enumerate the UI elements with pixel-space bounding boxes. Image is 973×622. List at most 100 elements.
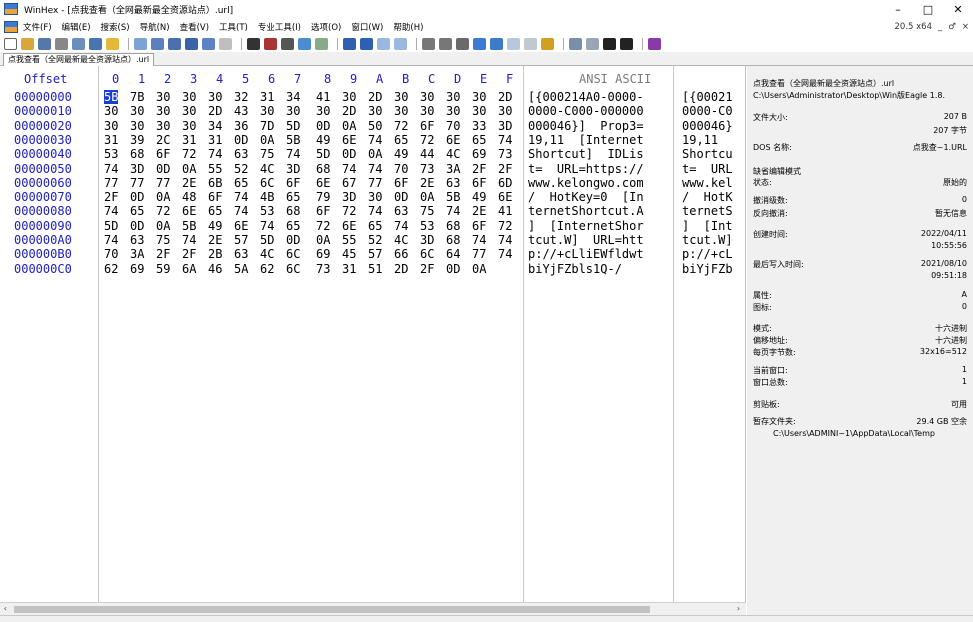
hex-byte[interactable]: 0A xyxy=(260,133,274,147)
hex-byte[interactable]: 3D xyxy=(420,233,434,247)
hex-byte[interactable]: 46 xyxy=(208,262,222,276)
menu-navigate[interactable]: 导航(N) xyxy=(135,21,175,33)
hex-byte[interactable]: 30 xyxy=(368,190,382,204)
open-ram-icon[interactable] xyxy=(439,37,452,50)
ascii-row[interactable]: biYjFZbls1Q-/ xyxy=(528,262,622,276)
hex-byte[interactable]: 5D xyxy=(316,147,330,161)
hex-byte[interactable]: 2F xyxy=(498,162,512,176)
hex-byte[interactable]: 30 xyxy=(472,90,486,104)
hex-byte[interactable]: 6F xyxy=(156,147,170,161)
hex-byte[interactable]: 6F xyxy=(316,204,330,218)
paste-special-icon[interactable] xyxy=(202,37,215,50)
hex-byte[interactable]: 57 xyxy=(234,233,248,247)
hex-byte[interactable]: 4C xyxy=(394,233,408,247)
hex-byte[interactable]: 0D xyxy=(286,233,300,247)
mdi-restore-button[interactable]: ♂ xyxy=(948,22,956,32)
hex-byte[interactable]: 74 xyxy=(260,219,274,233)
hex-byte[interactable]: 36 xyxy=(234,119,248,133)
hex-byte[interactable]: 59 xyxy=(156,262,170,276)
hex-byte[interactable]: 6F xyxy=(472,219,486,233)
hex-byte[interactable]: 30 xyxy=(156,119,170,133)
menu-help[interactable]: 帮助(H) xyxy=(388,21,428,33)
forward-icon[interactable] xyxy=(394,37,407,50)
tab-document[interactable]: 点我查看（全网最新最全资源站点）.url xyxy=(3,53,155,66)
hex-byte[interactable]: 5A xyxy=(234,262,248,276)
hex-byte[interactable]: 6E xyxy=(342,133,356,147)
ascii-row-secondary[interactable]: Shortcu xyxy=(682,147,733,161)
hex-byte[interactable]: 70 xyxy=(394,162,408,176)
hex-byte[interactable]: 6C xyxy=(286,262,300,276)
hex-byte[interactable]: 31 xyxy=(208,133,222,147)
hex-byte[interactable]: 3A xyxy=(446,162,460,176)
hex-byte[interactable]: 73 xyxy=(420,162,434,176)
hex-byte[interactable]: 74 xyxy=(498,133,512,147)
hex-byte[interactable]: 52 xyxy=(368,233,382,247)
hex-byte[interactable]: 30 xyxy=(182,119,196,133)
hex-byte[interactable]: 34 xyxy=(208,119,222,133)
hex-byte[interactable]: 6C xyxy=(260,176,274,190)
goto-sector-icon[interactable] xyxy=(360,37,373,50)
hex-byte[interactable]: 67 xyxy=(342,176,356,190)
hex-byte[interactable]: 5B xyxy=(446,190,460,204)
hex-byte[interactable]: 0D xyxy=(234,133,248,147)
hex-byte[interactable]: 72 xyxy=(316,219,330,233)
hex-byte[interactable]: 63 xyxy=(446,176,460,190)
ascii-row-secondary[interactable]: t= URL xyxy=(682,162,733,176)
hex-byte[interactable]: 74 xyxy=(368,133,382,147)
ascii-row-secondary[interactable]: www.kel xyxy=(682,176,733,190)
hex-byte[interactable]: 68 xyxy=(446,219,460,233)
hex-byte[interactable]: 79 xyxy=(316,190,330,204)
hex-byte[interactable]: 30 xyxy=(472,104,486,118)
mdi-close-button[interactable]: × xyxy=(962,22,969,32)
compare-icon[interactable] xyxy=(507,37,520,50)
hex-byte[interactable]: 30 xyxy=(182,90,196,104)
hex-byte[interactable]: 2E xyxy=(420,176,434,190)
mdi-minimize-button[interactable]: _ xyxy=(938,22,942,32)
hex-byte[interactable]: 0A xyxy=(342,119,356,133)
hex-byte[interactable]: 65 xyxy=(286,219,300,233)
hex-byte[interactable]: 45 xyxy=(342,247,356,261)
ascii-row-secondary[interactable]: / HotK xyxy=(682,190,733,204)
hex-byte[interactable]: 6C xyxy=(286,247,300,261)
hex-byte[interactable]: 77 xyxy=(104,176,118,190)
ascii-row[interactable]: ternetShortcut.A xyxy=(528,204,644,218)
hex-byte[interactable]: 74 xyxy=(234,190,248,204)
hex-byte[interactable]: 68 xyxy=(130,147,144,161)
hex-byte[interactable]: 3D xyxy=(498,119,512,133)
hex-byte[interactable]: 6E xyxy=(316,176,330,190)
horizontal-scrollbar[interactable]: ‹ › xyxy=(0,602,746,615)
hex-byte[interactable]: 5D xyxy=(104,219,118,233)
hex-byte[interactable]: 6F xyxy=(472,176,486,190)
hex-byte[interactable]: 6E xyxy=(234,219,248,233)
hex-byte[interactable]: 2E xyxy=(208,233,222,247)
hex-byte[interactable]: 30 xyxy=(260,104,274,118)
hex-byte[interactable]: 65 xyxy=(286,190,300,204)
hex-byte[interactable]: 75 xyxy=(260,147,274,161)
hex-byte[interactable]: 41 xyxy=(316,90,330,104)
hex-byte[interactable]: 69 xyxy=(316,247,330,261)
ascii-row[interactable]: t= URL=https:// xyxy=(528,162,644,176)
hex-byte[interactable]: 30 xyxy=(208,90,222,104)
hex-byte[interactable]: 53 xyxy=(420,219,434,233)
hex-byte[interactable]: 6F xyxy=(286,176,300,190)
goto-offset-icon[interactable] xyxy=(343,37,356,50)
hex-byte[interactable]: 30 xyxy=(446,104,460,118)
find-hex-icon[interactable] xyxy=(264,37,277,50)
hex-byte[interactable]: 74 xyxy=(368,204,382,218)
hex-byte[interactable]: 30 xyxy=(420,90,434,104)
hex-byte[interactable]: 30 xyxy=(368,104,382,118)
ascii-row-secondary[interactable]: 0000-C0 xyxy=(682,104,733,118)
hex-byte[interactable]: 69 xyxy=(472,147,486,161)
properties-icon[interactable] xyxy=(72,37,85,50)
hex-byte[interactable]: 72 xyxy=(182,147,196,161)
hex-byte[interactable]: 30 xyxy=(286,104,300,118)
table-icon[interactable] xyxy=(569,37,582,50)
paste-icon[interactable] xyxy=(185,37,198,50)
ascii-row-secondary[interactable]: p://+cL xyxy=(682,247,733,261)
hex-byte[interactable]: 2D xyxy=(368,90,382,104)
hex-byte[interactable]: 77 xyxy=(368,176,382,190)
hex-byte[interactable]: 7B xyxy=(130,90,144,104)
hex-byte[interactable]: 64 xyxy=(446,247,460,261)
hex-byte[interactable]: 68 xyxy=(446,233,460,247)
hex-byte[interactable]: 30 xyxy=(156,90,170,104)
